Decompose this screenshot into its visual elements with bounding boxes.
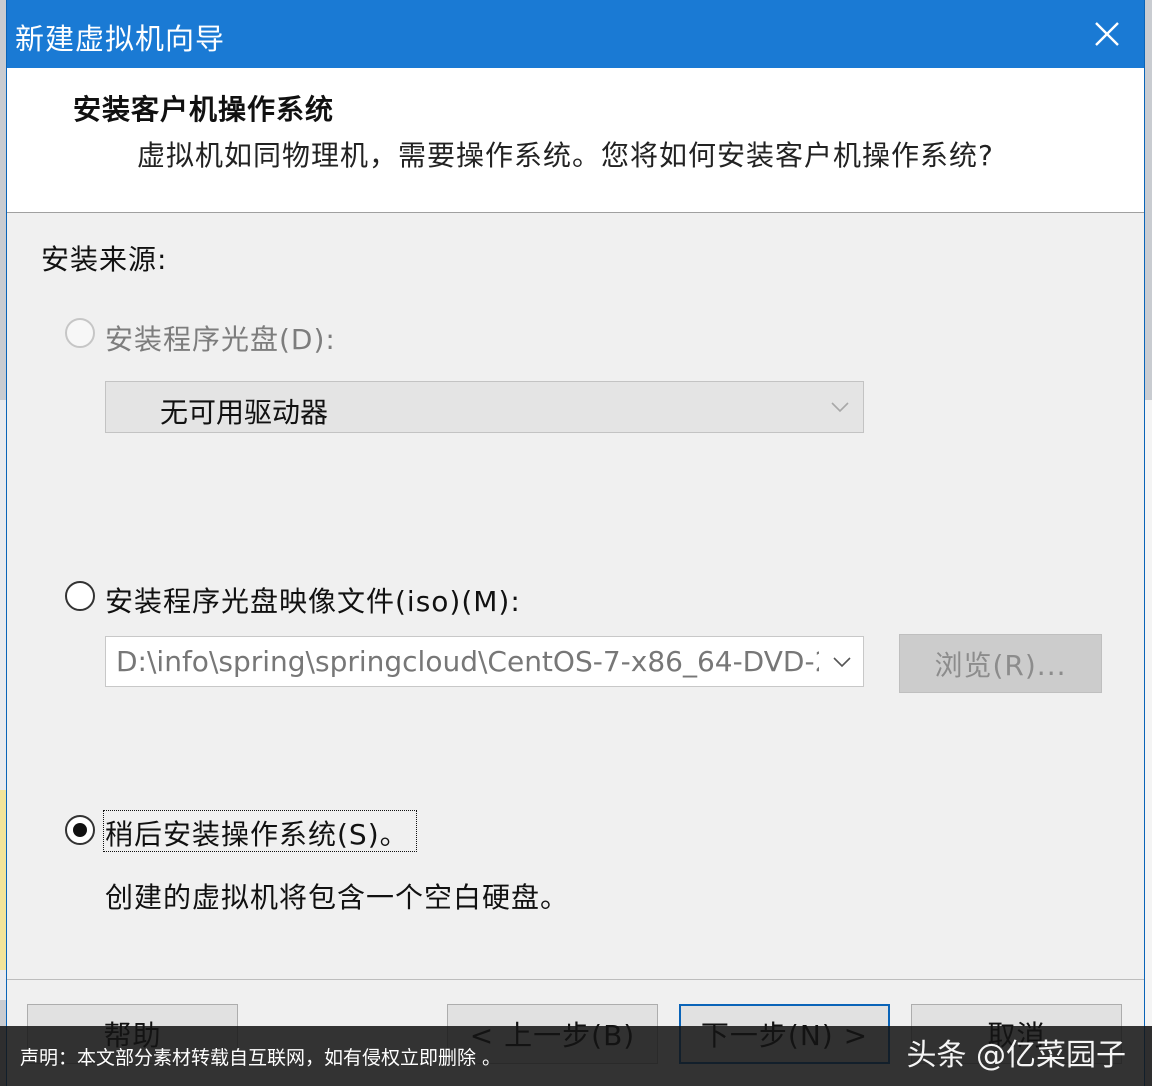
disclaimer-text: 声明：本文部分素材转载自互联网，如有侵权立即删除 。: [20, 1047, 502, 1069]
radio-installer-disc[interactable]: [65, 318, 95, 348]
iso-path-value: D:\info\spring\springcloud\CentOS-7-x86_…: [116, 645, 819, 678]
wizard-header: 安装客户机操作系统 虚拟机如同物理机，需要操作系统。您将如何安装客户机操作系统?: [7, 68, 1144, 213]
chevron-down-icon: [833, 657, 851, 668]
close-icon: [1095, 22, 1119, 46]
close-button[interactable]: [1070, 0, 1144, 68]
background-window-edge-right: [1145, 400, 1152, 1026]
page-subtitle: 虚拟机如同物理机，需要操作系统。您将如何安装客户机操作系统?: [137, 139, 994, 172]
radio-install-later[interactable]: [65, 815, 95, 845]
footer-divider: [7, 979, 1144, 980]
radio-iso-image[interactable]: [65, 581, 95, 611]
chevron-down-icon: [831, 402, 849, 413]
iso-path-select[interactable]: D:\info\spring\springcloud\CentOS-7-x86_…: [105, 636, 864, 687]
install-later-label: 稍后安装操作系统(S)。: [105, 818, 409, 851]
installer-disc-label: 安装程序光盘(D):: [105, 323, 336, 356]
disclaimer-banner: 声明：本文部分素材转载自互联网，如有侵权立即删除 。 头条 @亿菜园子: [0, 1026, 1152, 1086]
window-title: 新建虚拟机向导: [15, 22, 226, 56]
install-later-description: 创建的虚拟机将包含一个空白硬盘。: [105, 881, 570, 914]
watermark-text: 头条 @亿菜园子: [906, 1038, 1126, 1073]
install-source-label: 安装来源:: [41, 243, 168, 276]
browse-button[interactable]: 浏览(R)...: [899, 634, 1102, 693]
drive-select[interactable]: 无可用驱动器: [105, 381, 864, 433]
radio-selected-dot: [73, 823, 87, 837]
drive-select-value: 无可用驱动器: [160, 396, 329, 429]
new-vm-wizard-dialog: 新建虚拟机向导 安装客户机操作系统 虚拟机如同物理机，需要操作系统。您将如何安装…: [6, 0, 1145, 1086]
page-title: 安装客户机操作系统: [73, 93, 335, 126]
title-bar: 新建虚拟机向导: [7, 0, 1144, 68]
iso-image-label: 安装程序光盘映像文件(iso)(M):: [105, 585, 521, 618]
